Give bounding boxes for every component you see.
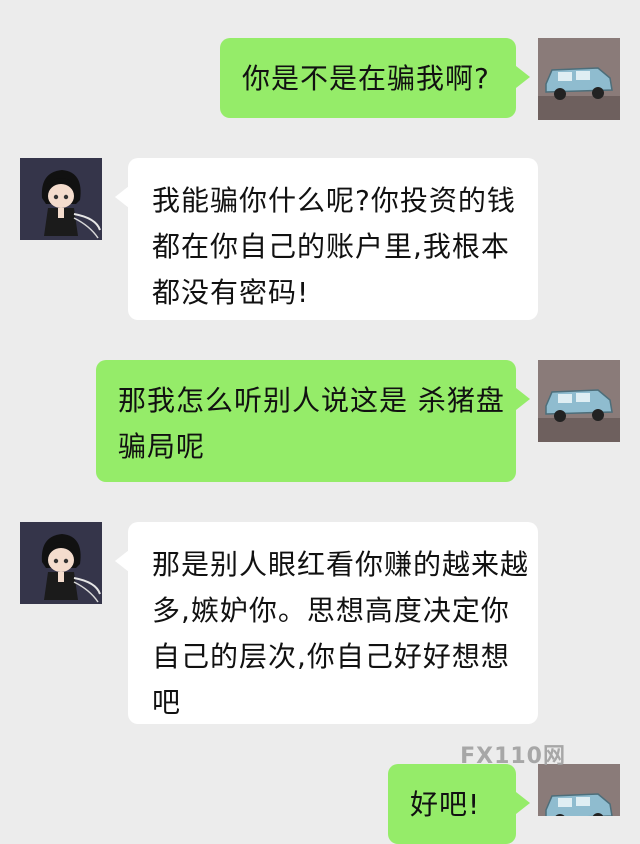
outgoing-message-bubble[interactable]: 你是不是在骗我啊? [220,38,516,118]
car-avatar-icon[interactable] [538,764,620,816]
anime-avatar-icon[interactable] [20,522,102,604]
message-text: 都在你自己的账户里,我根本 [152,230,510,263]
watermark: FX110网 [460,744,566,769]
message-text: 那我怎么听别人说这是 杀猪盘 [118,384,505,417]
message-text: 那是别人眼红看你赚的越来越 [152,548,530,581]
anime-avatar-icon[interactable] [20,158,102,240]
car-avatar-icon[interactable] [538,360,620,442]
car-avatar-icon[interactable] [538,38,620,120]
incoming-message-bubble[interactable]: 我能骗你什么呢?你投资的钱 都在你自己的账户里,我根本 都没有密码! [128,158,538,320]
message-text: 吧 [152,686,182,719]
outgoing-message-bubble[interactable]: 那我怎么听别人说这是 杀猪盘 骗局呢 [96,360,516,482]
message-text: 好吧! [410,788,481,821]
message-text: 都没有密码! [152,276,310,309]
message-text: 我能骗你什么呢?你投资的钱 [152,184,516,217]
outgoing-message-bubble[interactable]: 好吧! [388,764,516,844]
message-text: 你是不是在骗我啊? [242,62,490,95]
message-text: 多,嫉妒你。思想高度决定你 [152,594,510,627]
message-text: 自己的层次,你自己好好想想 [152,640,510,673]
message-text: 骗局呢 [118,430,206,463]
incoming-message-bubble[interactable]: 那是别人眼红看你赚的越来越 多,嫉妒你。思想高度决定你 自己的层次,你自己好好想… [128,522,538,724]
